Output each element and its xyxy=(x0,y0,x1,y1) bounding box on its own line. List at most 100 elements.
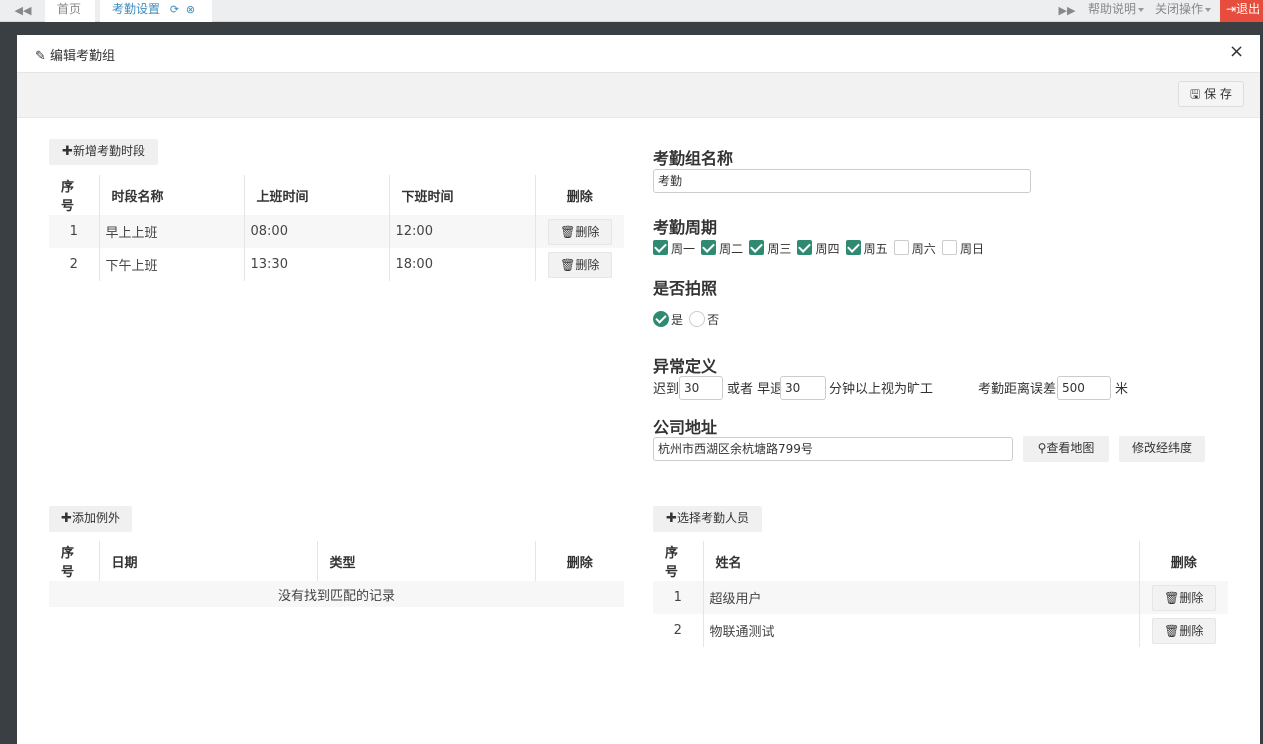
col-header-name: 时段名称 xyxy=(98,175,244,215)
cell-start: 08:00 xyxy=(243,215,389,248)
early-minutes-input[interactable]: 30 xyxy=(780,376,826,400)
cell-delete: 🗑删除 xyxy=(534,248,624,281)
col-header-no: 序号 xyxy=(665,546,679,580)
checkbox-label: 周二 xyxy=(719,242,744,256)
checkbox-label: 周四 xyxy=(815,242,840,256)
add-exception-label: 添加例外 xyxy=(71,511,120,525)
radio-label: 否 xyxy=(707,313,720,327)
chevron-down-icon xyxy=(1138,7,1145,12)
tab-attendance-settings[interactable]: 考勤设置 ⟳ ⊗ xyxy=(100,0,212,22)
cell-name: 下午上班 xyxy=(98,248,244,281)
checkbox-wed[interactable] xyxy=(749,240,765,255)
distance-input[interactable]: 500 xyxy=(1057,376,1111,400)
close-tab-icon[interactable]: ⊗ xyxy=(186,1,195,19)
close-icon[interactable]: × xyxy=(1229,41,1244,62)
save-label: 保 存 xyxy=(1204,87,1232,101)
weekday-checkbox-group: 周一 周二 周三 周四 周五 周六 周日 xyxy=(653,240,986,257)
edit-coords-button[interactable]: 修改经纬度 xyxy=(1119,436,1205,462)
refresh-icon[interactable]: ⟳ xyxy=(170,1,179,19)
late-minutes-input[interactable]: 30 xyxy=(679,376,723,400)
cycle-label: 考勤周期 xyxy=(653,218,718,237)
periods-table: 序号 时段名称 上班时间 下班时间 删除 1 早上上班 08:00 12:00 … xyxy=(49,175,624,281)
chevron-down-icon xyxy=(1205,7,1212,12)
checkbox-label: 周五 xyxy=(863,242,888,256)
delete-button[interactable]: 🗑删除 xyxy=(1151,617,1216,644)
radio-photo-no[interactable] xyxy=(689,310,706,327)
trash-icon: 🗑 xyxy=(560,257,576,272)
address-input[interactable]: 杭州市西湖区余杭塘路799号 xyxy=(653,437,1013,461)
delete-button[interactable]: 🗑删除 xyxy=(547,218,612,245)
group-name-input[interactable]: 考勤 xyxy=(653,169,1031,193)
cell-name: 物联通测试 xyxy=(702,614,1139,647)
group-name-label: 考勤组名称 xyxy=(653,149,734,168)
modal-title: ✎ 编辑考勤组 xyxy=(35,45,115,64)
table-row: 2 物联通测试 🗑删除 xyxy=(653,614,1228,647)
cell-no: 1 xyxy=(653,581,703,614)
help-menu[interactable]: 帮助说明 xyxy=(1088,0,1145,22)
checkbox-mon[interactable] xyxy=(653,240,668,255)
or-early-label: 或者 早退 xyxy=(727,382,784,397)
logout-label: 退出 xyxy=(1236,2,1261,16)
col-header-delete: 删除 xyxy=(534,541,624,581)
close-ops-menu[interactable]: 关闭操作 xyxy=(1155,0,1212,22)
checkbox-label: 周六 xyxy=(911,242,936,256)
add-period-button[interactable]: ✚新增考勤时段 xyxy=(49,139,158,165)
top-tab-bar: ◀◀ 首页 考勤设置 ⟳ ⊗ ▶▶ 帮助说明 关闭操作 ⇥退出 xyxy=(0,0,1263,22)
members-table: 序号 姓名 删除 1 超级用户 🗑删除 2 物联通测试 🗑删除 xyxy=(653,541,1228,647)
scroll-right-icon[interactable]: ▶▶ xyxy=(1050,0,1084,22)
late-label: 迟到 xyxy=(653,382,680,397)
absent-label: 分钟以上视为旷工 xyxy=(829,382,934,397)
cell-end: 12:00 xyxy=(388,215,535,248)
radio-label: 是 xyxy=(671,313,684,327)
modal-toolbar: 🖫 保 存 xyxy=(17,73,1260,118)
view-map-label: 查看地图 xyxy=(1046,441,1095,455)
cell-delete: 🗑删除 xyxy=(534,215,624,248)
trash-icon: 🗑 xyxy=(1164,623,1180,638)
col-header-type: 类型 xyxy=(316,541,535,581)
col-header-delete: 删除 xyxy=(1138,541,1228,581)
cell-end: 18:00 xyxy=(388,248,535,281)
col-header-no: 序号 xyxy=(61,546,75,580)
photo-radio-group: 是 否 xyxy=(653,310,721,328)
select-members-button[interactable]: ✚选择考勤人员 xyxy=(653,506,762,532)
checkbox-label: 周三 xyxy=(767,242,792,256)
cell-name: 早上上班 xyxy=(98,215,244,248)
empty-message: 没有找到匹配的记录 xyxy=(49,581,624,607)
plus-icon: ✚ xyxy=(666,511,677,526)
tab-home[interactable]: 首页 xyxy=(45,0,95,22)
checkbox-thu[interactable] xyxy=(797,240,813,255)
checkbox-label: 周日 xyxy=(959,242,984,256)
view-map-button[interactable]: ⚲查看地图 xyxy=(1023,436,1109,462)
distance-unit: 米 xyxy=(1115,382,1129,397)
abnormal-label: 异常定义 xyxy=(653,357,718,376)
help-menu-label: 帮助说明 xyxy=(1088,2,1137,16)
logout-icon: ⇥ xyxy=(1226,2,1237,16)
tab-home-label: 首页 xyxy=(57,2,82,16)
delete-button[interactable]: 🗑删除 xyxy=(1151,584,1216,611)
delete-label: 删除 xyxy=(575,257,600,272)
exceptions-table: 序号 日期 类型 删除 没有找到匹配的记录 xyxy=(49,541,624,607)
radio-photo-yes[interactable] xyxy=(653,310,669,327)
table-row: 2 下午上班 13:30 18:00 🗑删除 xyxy=(49,248,624,281)
col-header-date: 日期 xyxy=(98,541,317,581)
scroll-left-icon[interactable]: ◀◀ xyxy=(6,0,40,22)
save-icon: 🖫 xyxy=(1190,87,1201,101)
cell-no: 2 xyxy=(69,257,78,272)
cell-no: 1 xyxy=(49,215,99,248)
address-label: 公司地址 xyxy=(653,418,718,437)
checkbox-sun[interactable] xyxy=(941,240,957,255)
edit-icon: ✎ xyxy=(35,49,46,64)
cell-delete: 🗑删除 xyxy=(1138,614,1228,647)
table-row: 1 超级用户 🗑删除 xyxy=(653,581,1228,614)
save-button[interactable]: 🖫 保 存 xyxy=(1178,81,1244,107)
plus-icon: ✚ xyxy=(62,144,73,159)
plus-icon: ✚ xyxy=(61,511,72,526)
modal-header: ✎ 编辑考勤组 × xyxy=(17,35,1260,73)
add-exception-button[interactable]: ✚添加例外 xyxy=(49,506,132,532)
logout-button[interactable]: ⇥退出 xyxy=(1220,0,1263,22)
checkbox-sat[interactable] xyxy=(893,240,909,255)
delete-button[interactable]: 🗑删除 xyxy=(547,251,612,278)
checkbox-fri[interactable] xyxy=(845,240,861,255)
checkbox-tue[interactable] xyxy=(701,240,717,255)
empty-row: 没有找到匹配的记录 xyxy=(49,581,624,607)
